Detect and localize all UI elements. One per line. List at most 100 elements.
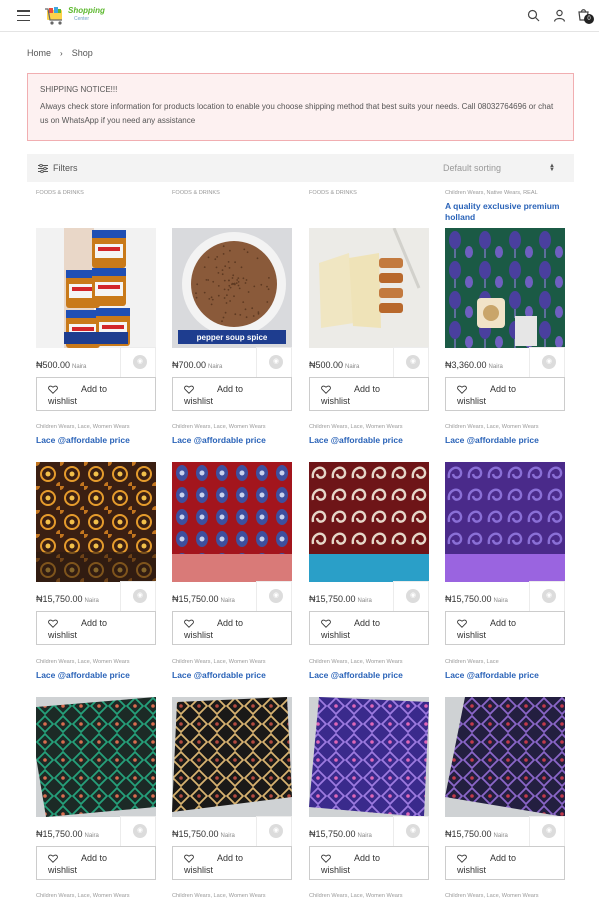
- wishlist-label-line1: Add to: [217, 384, 243, 394]
- add-to-wishlist-button[interactable]: Add to wishlist: [36, 611, 156, 645]
- product-category[interactable]: Children Wears, Lace, Women Wears: [36, 893, 158, 899]
- product-title[interactable]: Lace @affordable price: [445, 670, 565, 681]
- product-category[interactable]: Children Wears, Lace: [445, 659, 567, 665]
- add-to-wishlist-button[interactable]: Add to wishlist: [309, 377, 429, 411]
- product-image[interactable]: [36, 697, 156, 817]
- add-to-wishlist-button[interactable]: Add to wishlist: [445, 846, 565, 880]
- product-image[interactable]: pepper soup spice: [172, 228, 292, 348]
- product-image[interactable]: [172, 697, 292, 817]
- product-image[interactable]: [172, 462, 292, 582]
- product-price: ₦15,750.00 Naira: [309, 829, 372, 839]
- price-value: ₦15,750.00: [172, 594, 219, 604]
- wishlist-label-line2: wishlist: [321, 630, 350, 640]
- wishlist-label-line1: Add to: [217, 618, 243, 628]
- product-image[interactable]: [36, 462, 156, 582]
- add-to-wishlist-button[interactable]: Add to wishlist: [445, 377, 565, 411]
- wishlist-label-line1: Add to: [217, 853, 243, 863]
- price-value: ₦700.00: [172, 360, 206, 370]
- product-image[interactable]: [445, 462, 565, 582]
- eye-icon: ◉: [542, 589, 556, 603]
- product-title[interactable]: Lace @affordable price: [172, 435, 292, 446]
- breadcrumb-home[interactable]: Home: [27, 48, 51, 58]
- quick-view-button[interactable]: ◉: [120, 347, 156, 379]
- sort-select[interactable]: Default sorting ▲ ▼: [443, 163, 555, 173]
- logo-text: Shopping: [68, 6, 105, 15]
- product-category[interactable]: FOODS & DRINKS: [309, 190, 431, 196]
- product-image[interactable]: [309, 228, 429, 348]
- add-to-wishlist-button[interactable]: Add to wishlist: [445, 611, 565, 645]
- product-image[interactable]: [445, 697, 565, 817]
- site-logo[interactable]: Shopping Center: [44, 5, 110, 27]
- quick-view-button[interactable]: ◉: [256, 347, 292, 379]
- product-category[interactable]: FOODS & DRINKS: [172, 190, 294, 196]
- wishlist-label-line1: Add to: [490, 853, 516, 863]
- currency-suffix: Naira: [85, 833, 99, 839]
- product-image[interactable]: [309, 462, 429, 582]
- currency-suffix: Naira: [489, 364, 503, 370]
- quick-view-button[interactable]: ◉: [529, 347, 565, 379]
- heart-icon: [457, 385, 467, 394]
- product-category[interactable]: Children Wears, Lace, Women Wears: [445, 424, 567, 430]
- quick-view-button[interactable]: ◉: [529, 581, 565, 613]
- quick-view-button[interactable]: ◉: [393, 581, 429, 613]
- add-to-wishlist-button[interactable]: Add to wishlist: [36, 846, 156, 880]
- product-title[interactable]: Lace @affordable price: [309, 435, 429, 446]
- quick-view-button[interactable]: ◉: [529, 816, 565, 848]
- add-to-wishlist-button[interactable]: Add to wishlist: [172, 846, 292, 880]
- heart-icon: [457, 619, 467, 628]
- add-to-wishlist-button[interactable]: Add to wishlist: [172, 377, 292, 411]
- product-category[interactable]: Children Wears, Lace, Women Wears: [172, 424, 294, 430]
- cart-button[interactable]: 0: [577, 8, 595, 26]
- wishlist-label-line1: Add to: [354, 853, 380, 863]
- product-category[interactable]: Children Wears, Lace, Women Wears: [172, 893, 294, 899]
- heart-icon: [457, 854, 467, 863]
- product-category[interactable]: Children Wears, Lace, Women Wears: [445, 893, 567, 899]
- product-category[interactable]: Children Wears, Lace, Women Wears: [36, 659, 158, 665]
- currency-suffix: Naira: [345, 364, 359, 370]
- quick-view-button[interactable]: ◉: [393, 347, 429, 379]
- product-category[interactable]: FOODS & DRINKS: [36, 190, 158, 196]
- product-price: ₦500.00 Naira: [36, 360, 86, 370]
- wishlist-label-line1: Add to: [354, 618, 380, 628]
- menu-icon[interactable]: [17, 10, 30, 21]
- eye-icon: ◉: [406, 824, 420, 838]
- quick-view-button[interactable]: ◉: [120, 816, 156, 848]
- eye-icon: ◉: [542, 824, 556, 838]
- search-icon[interactable]: [527, 9, 540, 22]
- quick-view-button[interactable]: ◉: [256, 816, 292, 848]
- eye-icon: ◉: [269, 355, 283, 369]
- filters-button[interactable]: Filters: [38, 163, 78, 173]
- notice-title: SHIPPING NOTICE!!!: [40, 85, 561, 94]
- wishlist-label-line1: Add to: [81, 384, 107, 394]
- eye-icon: ◉: [269, 824, 283, 838]
- quick-view-button[interactable]: ◉: [120, 581, 156, 613]
- eye-icon: ◉: [406, 589, 420, 603]
- product-image[interactable]: [309, 697, 429, 817]
- quick-view-button[interactable]: ◉: [393, 816, 429, 848]
- product-category[interactable]: Children Wears, Lace, Women Wears: [36, 424, 158, 430]
- price-value: ₦15,750.00: [445, 829, 492, 839]
- price-value: ₦15,750.00: [445, 594, 492, 604]
- product-image[interactable]: [36, 228, 156, 348]
- product-category[interactable]: Children Wears, Lace, Women Wears: [309, 659, 431, 665]
- add-to-wishlist-button[interactable]: Add to wishlist: [309, 611, 429, 645]
- product-category[interactable]: Children Wears, Lace, Women Wears: [309, 424, 431, 430]
- product-title[interactable]: Lace @affordable price: [36, 670, 156, 681]
- quick-view-button[interactable]: ◉: [256, 581, 292, 613]
- add-to-wishlist-button[interactable]: Add to wishlist: [36, 377, 156, 411]
- add-to-wishlist-button[interactable]: Add to wishlist: [172, 611, 292, 645]
- product-category[interactable]: Children Wears, Lace, Women Wears: [309, 893, 431, 899]
- breadcrumb: Home › Shop: [27, 48, 93, 58]
- product-category[interactable]: Children Wears, Native Wears, REAL: [445, 190, 567, 196]
- product-category[interactable]: Children Wears, Lace, Women Wears: [172, 659, 294, 665]
- wishlist-label-line1: Add to: [490, 384, 516, 394]
- add-to-wishlist-button[interactable]: Add to wishlist: [309, 846, 429, 880]
- product-title[interactable]: Lace @affordable price: [309, 670, 429, 681]
- product-title[interactable]: Lace @affordable price: [172, 670, 292, 681]
- product-image[interactable]: [445, 228, 565, 348]
- product-title[interactable]: Lace @affordable price: [36, 435, 156, 446]
- product-title[interactable]: Lace @affordable price: [445, 435, 565, 446]
- product-title[interactable]: A quality exclusive premium holland: [445, 201, 565, 223]
- wishlist-label-line2: wishlist: [321, 865, 350, 875]
- account-icon[interactable]: [553, 9, 566, 22]
